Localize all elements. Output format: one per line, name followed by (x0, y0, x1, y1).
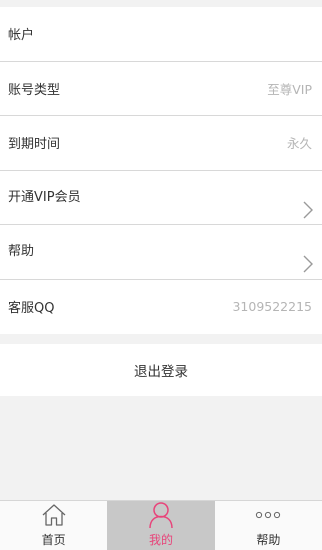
tab-home[interactable]: 首页 (0, 501, 107, 550)
home-icon (41, 501, 67, 529)
service-qq-label: 客服QQ (8, 301, 55, 317)
chevron-right-icon (302, 200, 314, 224)
open-vip-row[interactable]: 开通VIP会员 (0, 171, 322, 225)
account-type-value: 至尊VIP (267, 81, 312, 97)
account-type-row: 账号类型 至尊VIP (0, 62, 322, 116)
logout-button[interactable]: 退出登录 (0, 344, 322, 396)
expiry-value: 永久 (286, 136, 312, 152)
account-label: 帐户 (8, 28, 35, 44)
user-icon (148, 501, 174, 529)
expiry-label: 到期时间 (8, 137, 61, 153)
more-dots-icon (255, 501, 281, 529)
open-vip-label: 开通VIP会员 (8, 189, 81, 205)
account-type-label: 账号类型 (8, 82, 61, 98)
help-row[interactable]: 帮助 (0, 225, 322, 280)
account-info-list: 帐户 账号类型 至尊VIP 到期时间 永久 开通VIP会员 帮助 客服QQ 31… (0, 7, 322, 334)
tab-mine-label: 我的 (148, 533, 173, 547)
app-screen: 帐户 账号类型 至尊VIP 到期时间 永久 开通VIP会员 帮助 客服QQ 31… (0, 0, 322, 550)
service-qq-value: 3109522215 (232, 299, 312, 315)
tab-mine[interactable]: 我的 (107, 501, 215, 550)
tab-home-label: 首页 (41, 533, 66, 547)
help-label: 帮助 (8, 244, 35, 260)
account-row: 帐户 (0, 7, 322, 62)
expiry-row: 到期时间 永久 (0, 116, 322, 171)
bottom-tab-bar: 首页 我的 帮助 (0, 500, 322, 550)
tab-help[interactable]: 帮助 (215, 501, 322, 550)
service-qq-row: 客服QQ 3109522215 (0, 280, 322, 335)
chevron-right-icon (302, 254, 314, 278)
tab-help-label: 帮助 (256, 533, 281, 547)
